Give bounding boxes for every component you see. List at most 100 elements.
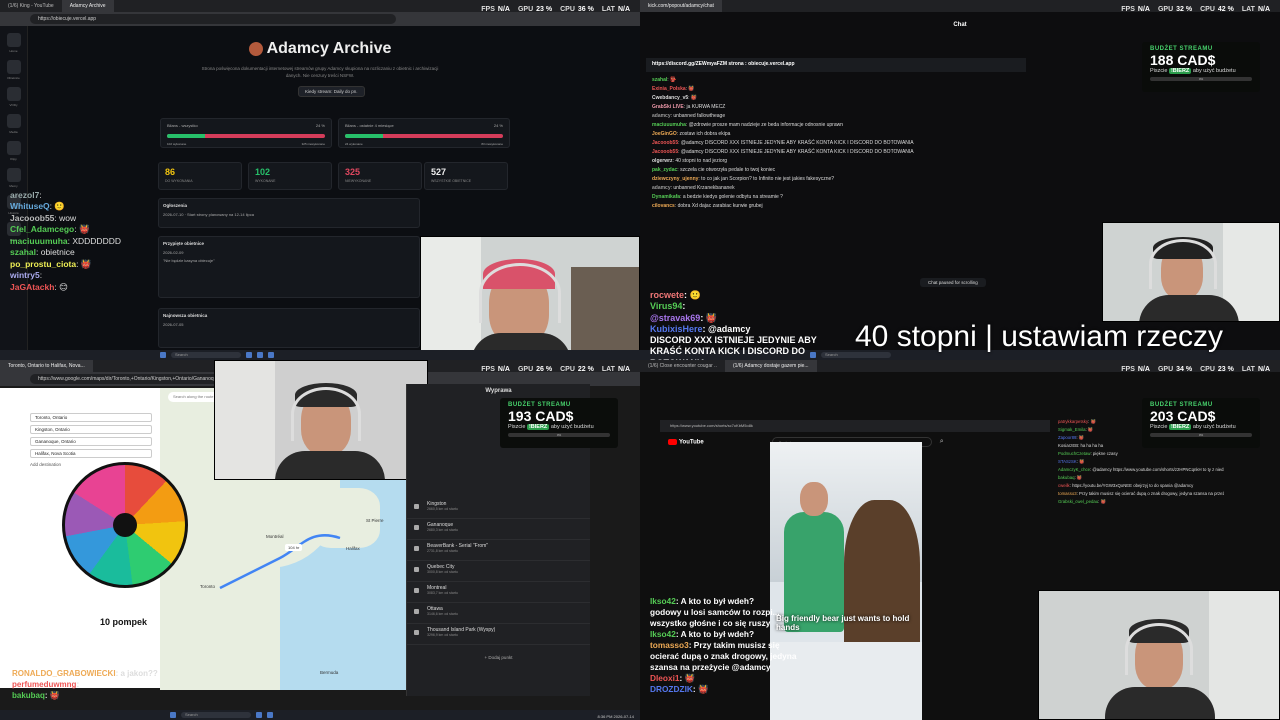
trip-stop-item[interactable]: BeaverBank - Serial "From" 2731,8 km od s… (407, 540, 590, 561)
chat-paused-notice[interactable]: Chat paused for scrolling (920, 278, 986, 287)
chat-username[interactable]: bakubaq (1058, 475, 1075, 480)
chat-username[interactable]: Sigmak_Emila (1058, 427, 1085, 432)
webcam-feed (214, 360, 428, 480)
chat-username[interactable]: AdamczyK_chce (1058, 467, 1090, 472)
route-stop-input[interactable]: Gananoque, Ontario (30, 437, 152, 446)
prize-wheel[interactable] (62, 462, 188, 588)
chat-username[interactable]: adamcy (652, 113, 671, 119)
sidebar-item-media[interactable]: Media (0, 114, 27, 134)
stat-card-undone[interactable]: 325 Niewykonane (338, 162, 422, 190)
app-icon[interactable] (257, 352, 263, 358)
chat-username[interactable]: Zapoor89 (1058, 435, 1076, 440)
chat-username[interactable]: JaGAtackh (10, 282, 54, 292)
chat-username[interactable]: Cfel_Adamcego (10, 224, 74, 234)
app-icon[interactable] (267, 712, 273, 718)
chat-username[interactable]: Grabski_cwel_pedau (1058, 499, 1098, 504)
chat-message: lkso42: A kto to był wdeh? (650, 629, 800, 640)
chat-username[interactable]: cilovancs (652, 203, 675, 209)
chat-username[interactable]: STASzSK (1058, 459, 1077, 464)
chat-message: pak_zydac: szczela cie otworzyła pedale … (646, 166, 1276, 175)
trip-stop-item[interactable]: Thousand Island Park (Wyspy) 3296,9 km od… (407, 624, 590, 645)
tab-archive[interactable]: Adamcy Archive (61, 0, 114, 12)
chat-username[interactable]: DROZDZIK (650, 684, 693, 694)
stat-card-todo[interactable]: 86 Do wykonania (158, 162, 242, 190)
page-title-text: Adamcy Archive (266, 40, 392, 57)
trip-stop-item[interactable]: Gananoque 2680,3 km od startu (407, 519, 590, 540)
chat-username[interactable]: tomasso3 (650, 640, 689, 650)
app-icon[interactable] (268, 352, 274, 358)
chat-username[interactable]: KubixisHere (650, 324, 703, 334)
chat-username[interactable]: arezol7 (10, 190, 39, 200)
windows-icon[interactable] (170, 712, 176, 718)
route-stop-input[interactable]: Halifax, Nova Scotia (30, 449, 152, 458)
chat-username[interactable]: maciuuumuha (652, 122, 686, 128)
chat-username[interactable]: Jacooob55 (10, 213, 54, 223)
chat-username[interactable]: Dleoxi1 (650, 673, 680, 683)
chat-username[interactable]: GrabSki LIVE (652, 104, 684, 110)
chat-username[interactable]: rocwete (650, 290, 684, 300)
tab-maps[interactable]: Toronto, Ontario to Halifax, Nova... (0, 360, 93, 372)
address-bar[interactable]: https://obiecuje.vercel.app (0, 12, 640, 26)
chat-username[interactable]: Cwebdancy_v5 (652, 95, 688, 101)
pinned-message[interactable]: https://discord.gg/ZEWmyaFZM strona : ob… (646, 58, 1026, 72)
chat-username[interactable]: adamcy (652, 185, 671, 191)
chat-username[interactable]: patrykkarpetsky (1058, 419, 1088, 424)
chat-username[interactable]: po_prostu_ciota (10, 259, 76, 269)
chat-username[interactable]: @stravak69 (650, 313, 700, 323)
tab-youtube-1[interactable]: (1/6) Close encounter cougar .. (640, 360, 725, 372)
route-stop-input[interactable]: Toronto, Ontario (30, 413, 152, 422)
sidebar-item-obietnice[interactable]: Obietnice (0, 60, 27, 80)
chat-username[interactable]: Dynamikafa (652, 194, 680, 200)
youtube-logo-text: YouTube (679, 439, 704, 446)
chat-username[interactable]: Virus94 (650, 301, 682, 311)
budget-value: 188 CAD$ (1150, 52, 1216, 68)
trip-stop-item[interactable]: Kingston 2660,5 km od startu (407, 498, 590, 519)
chat-username[interactable]: Jacooob55 (652, 149, 678, 155)
yt-address-bar[interactable]: https://www.youtube.com/shorts/sc7oKbM5o… (660, 420, 1050, 432)
chat-username[interactable]: Exinia_Polska (652, 86, 686, 92)
chat-username[interactable]: maciuuumuha (10, 236, 68, 246)
chat-username[interactable]: cweilk (1058, 483, 1070, 488)
chat-username[interactable]: WhituseQ (10, 201, 50, 211)
stat-card-done[interactable]: 102 Wykonane (248, 162, 332, 190)
chat-username[interactable]: olgerwrz (652, 158, 673, 164)
trip-stop-item[interactable]: Montreal 3083,7 km od startu (407, 582, 590, 603)
sidebar-item-memy[interactable]: Memy (0, 168, 27, 188)
taskbar-search[interactable]: Search (171, 352, 241, 358)
chat-username[interactable]: wintry5 (10, 270, 40, 280)
chat-username[interactable]: PodmuchCzetaw (1058, 451, 1090, 456)
search-icon[interactable]: ⌕ (940, 438, 944, 446)
app-icon[interactable] (256, 712, 262, 718)
sidebar-item-klipy[interactable]: Klipy (0, 141, 27, 161)
tab-youtube[interactable]: (1/6) King - YouTube (0, 0, 62, 12)
chat-username[interactable]: szahal (652, 77, 667, 83)
taskbar-search[interactable]: Search (181, 712, 251, 718)
add-point-button[interactable]: + Dodaj punkt (407, 655, 590, 660)
sidebar-item-vody[interactable]: VODy (0, 87, 27, 107)
chat-username[interactable]: KosiarzEB (1058, 443, 1078, 448)
tab-kick-chat[interactable]: kick.com/popout/adamcy/chat (640, 0, 722, 12)
chat-username[interactable]: JoeGinGO (652, 131, 677, 137)
chat-text: : 👹 (1098, 499, 1106, 504)
stream-schedule-pill: Kiedy stream: Daily do pn. (298, 86, 365, 97)
app-icon[interactable] (246, 352, 252, 358)
route-stop-input[interactable]: Kingston, Ontario (30, 425, 152, 434)
chat-username[interactable]: pak_zydac (652, 167, 677, 173)
chat-username[interactable]: lkso42 (650, 629, 676, 639)
chat-username[interactable]: perfumeduwmng (12, 680, 76, 689)
stat-card-all[interactable]: 527 Wszystkie obietnice (424, 162, 508, 190)
windows-icon[interactable] (160, 352, 166, 358)
tab-youtube-2[interactable]: (1/6) Adamcy dostaje gazem pie... (724, 360, 817, 372)
trip-stop-item[interactable]: Ottawa 3146,6 km od startu (407, 603, 590, 624)
map-label-halifax: Halifax (346, 546, 360, 551)
chat-username[interactable]: tomasso3 (1058, 491, 1077, 496)
chat-username[interactable]: bakubaq (12, 691, 45, 700)
chat-username[interactable]: lkso42 (650, 596, 676, 606)
budget-text: Piszcie (1150, 424, 1168, 430)
video-icon (6, 87, 21, 101)
trip-stop-item[interactable]: Quebec City 3000,8 km od startu (407, 561, 590, 582)
chat-username[interactable]: RONALDO_GRABOWIECKI (12, 669, 116, 678)
chat-username[interactable]: Jacooob55 (652, 140, 678, 146)
chat-username[interactable]: dziewczyny_ujenny (652, 176, 698, 182)
chat-username[interactable]: szahal (10, 247, 36, 257)
